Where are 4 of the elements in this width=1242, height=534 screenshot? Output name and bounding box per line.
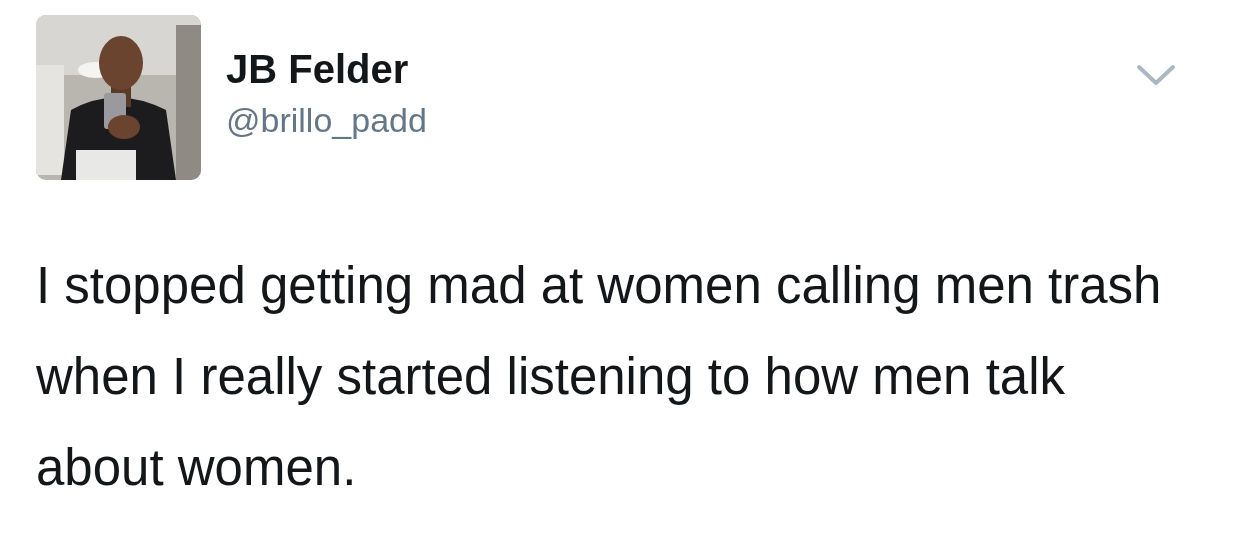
author-handle: @brillo_padd bbox=[226, 100, 427, 141]
tweet-text: I stopped getting mad at women calling men trash when I really started listening to how men talk about women. bbox=[36, 256, 1163, 498]
author-name: JB Felder bbox=[226, 46, 410, 93]
chevron-icon[interactable] bbox=[1136, 63, 1176, 87]
